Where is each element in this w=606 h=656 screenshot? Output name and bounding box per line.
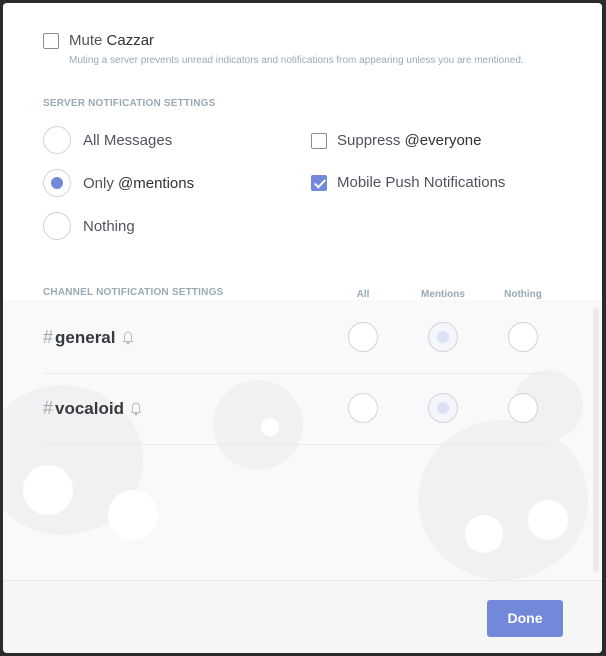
suppress-everyone-row[interactable]: Suppress @everyone: [311, 132, 481, 149]
hash-icon: #: [43, 327, 54, 347]
suppress-everyone-checkbox[interactable]: [311, 132, 327, 149]
general-radio-nothing[interactable]: [508, 322, 538, 352]
option-all-messages-label: All Messages: [83, 131, 173, 149]
mobile-push-label: Mobile Push Notifications: [337, 174, 506, 191]
background-decoration: [108, 490, 158, 540]
mobile-push-checkbox[interactable]: [311, 174, 327, 191]
option-only-prefix: Only: [83, 174, 119, 192]
background-decoration: [528, 500, 568, 540]
option-all-messages[interactable]: All Messages: [43, 126, 172, 154]
mute-server-row[interactable]: Mute Cazzar: [43, 32, 154, 49]
suppress-prefix: Suppress: [337, 132, 405, 149]
channel-label: general: [55, 327, 116, 347]
column-all: All: [356, 289, 370, 300]
general-radio-mentions[interactable]: [428, 322, 458, 352]
option-only-mentions[interactable]: Only @mentions: [43, 169, 194, 197]
option-nothing[interactable]: Nothing: [43, 212, 135, 240]
channel-row-vocaloid: # vocaloid: [43, 374, 548, 445]
done-button[interactable]: Done: [487, 600, 563, 637]
suppress-everyone-label: @everyone: [404, 132, 482, 149]
background-decoration: [23, 465, 73, 515]
general-radio-all[interactable]: [348, 322, 378, 352]
mute-description: Muting a server prevents unread indicato…: [69, 55, 524, 66]
column-nothing: Nothing: [504, 289, 542, 300]
channel-list-scrollbar[interactable]: [593, 308, 599, 573]
mobile-push-row[interactable]: Mobile Push Notifications: [311, 174, 505, 191]
option-nothing-label: Nothing: [83, 217, 135, 235]
vocaloid-radio-nothing[interactable]: [508, 393, 538, 423]
column-mentions: Mentions: [421, 289, 465, 300]
option-mentions-label: @mentions: [118, 174, 195, 192]
channel-name: # vocaloid: [43, 398, 142, 419]
server-settings-title: Server Notification Settings: [43, 98, 216, 109]
bell-icon[interactable]: [122, 330, 134, 345]
modal-footer: Done: [3, 580, 602, 653]
radio-all-messages[interactable]: [43, 126, 71, 154]
server-name: Cazzar: [106, 32, 155, 49]
server-settings-panel: Mute Cazzar Muting a server prevents unr…: [3, 3, 602, 300]
mute-label-text: Mute: [69, 32, 103, 49]
mute-server-checkbox[interactable]: [43, 32, 59, 49]
vocaloid-radio-mentions[interactable]: [428, 393, 458, 423]
channel-row-general: # general: [43, 303, 548, 374]
hash-icon: #: [43, 398, 54, 418]
radio-only-mentions[interactable]: [43, 169, 71, 197]
channel-settings-title: Channel Notification Settings: [43, 287, 224, 298]
vocaloid-radio-all[interactable]: [348, 393, 378, 423]
background-decoration: [465, 515, 503, 553]
channel-name: # general: [43, 327, 134, 348]
radio-nothing[interactable]: [43, 212, 71, 240]
notification-settings-modal: Mute Cazzar Muting a server prevents unr…: [3, 3, 602, 653]
mute-server-label[interactable]: Mute Cazzar: [69, 32, 154, 49]
channel-label: vocaloid: [55, 398, 124, 418]
bell-icon[interactable]: [130, 401, 142, 416]
